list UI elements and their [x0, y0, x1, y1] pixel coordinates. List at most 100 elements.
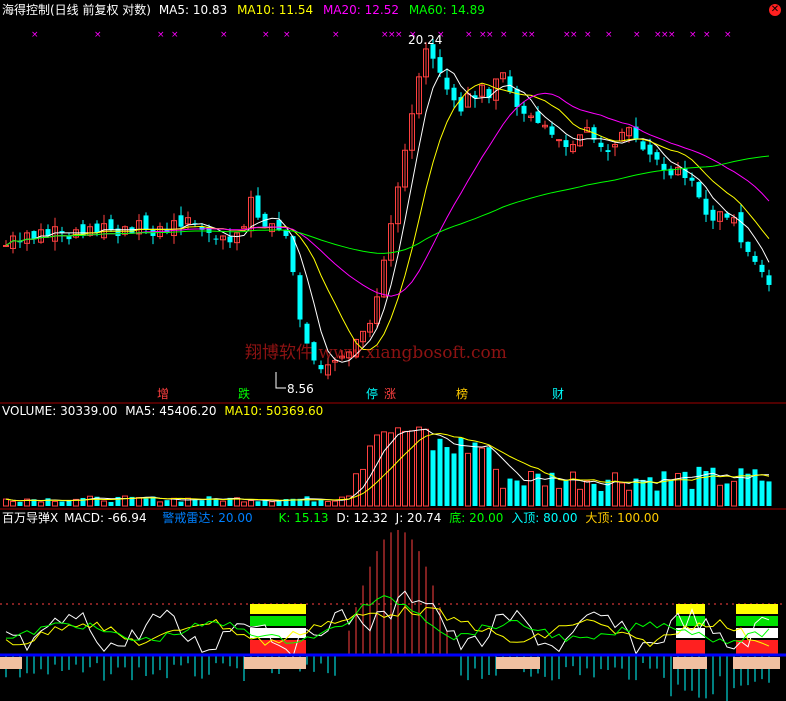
- volume-bar: [423, 428, 429, 507]
- ma20-label: MA20: 12.52: [322, 3, 399, 17]
- volume-bar: [87, 495, 93, 507]
- candle-body: [213, 238, 219, 240]
- volume-bar: [38, 501, 44, 507]
- top-marker: ×: [703, 30, 711, 40]
- volume-bar: [451, 453, 457, 506]
- macd-value: MACD: -66.94: [64, 511, 147, 525]
- candle-body: [535, 111, 541, 123]
- volume-ma-lines: [5, 428, 770, 502]
- top-markers: × × × × × × × × × × × × × × × × × × × × × × × × × × × × × ×: [31, 30, 732, 40]
- volume-bar: [311, 501, 317, 506]
- top-marker: ×: [528, 30, 536, 40]
- volume-bar: [409, 430, 415, 507]
- volume-bar: [52, 500, 58, 507]
- top-marker: ×: [220, 30, 228, 40]
- top-marker: ×: [570, 30, 578, 40]
- d-value: D: 12.32: [336, 511, 388, 525]
- candle-body: [66, 236, 72, 240]
- volume-bar: [444, 447, 450, 506]
- candle-body: [703, 198, 709, 215]
- volume-bar: [759, 480, 765, 506]
- volume-header: VOLUME: 30339.00 MA5: 45406.20 MA10: 503…: [2, 404, 323, 418]
- volume-bar: [437, 438, 443, 506]
- top-marker: ×: [465, 30, 473, 40]
- high-price-label: 20.24: [408, 33, 442, 47]
- bottom-signal-block: [673, 657, 707, 669]
- top-signal-yellow: [250, 604, 306, 614]
- volume-bar: [542, 485, 548, 507]
- volume-bar: [661, 471, 667, 506]
- bottom-value: 底: 20.00: [449, 511, 504, 525]
- low-price-label: 8.56: [287, 382, 314, 396]
- volume-bar: [318, 499, 324, 506]
- volume-ma5: MA5: 45406.20: [125, 404, 217, 418]
- volume-bar: [325, 501, 331, 507]
- volume-bar: [619, 482, 625, 507]
- volume-bar: [598, 490, 604, 506]
- volume-bar: [80, 497, 86, 506]
- top-marker: ×: [605, 30, 613, 40]
- candle-body: [745, 241, 751, 252]
- top-signal-green: [250, 616, 306, 626]
- volume-bar: [766, 481, 772, 506]
- volume-bar: [640, 479, 646, 506]
- candle-body: [297, 275, 303, 320]
- top-marker: ×: [157, 30, 165, 40]
- candle-body: [178, 215, 184, 227]
- volume-bar: [3, 498, 9, 507]
- event-labels: 增 跌 停涨 榜 财: [157, 386, 564, 401]
- candle-body: [255, 195, 261, 218]
- kdj-j-line: [5, 590, 770, 658]
- volume-bars: [3, 426, 772, 507]
- volume-bar: [101, 500, 107, 507]
- volume-bar: [10, 500, 16, 507]
- volume-bar: [500, 487, 506, 507]
- ma20-line: [5, 92, 770, 297]
- event-label: 财: [552, 387, 564, 401]
- big-top-value: 大顶: 100.00: [585, 511, 660, 525]
- volume-title: VOLUME: 30339.00: [2, 404, 118, 418]
- ma5-line: [5, 68, 770, 363]
- volume-bar: [381, 431, 387, 507]
- candle-body: [696, 182, 702, 198]
- volume-bar: [164, 500, 170, 506]
- candle-body: [647, 144, 653, 155]
- top-marker: ×: [332, 30, 340, 40]
- volume-bar: [514, 480, 520, 506]
- top-marker: ×: [668, 30, 676, 40]
- watermark: 翔博软件 www.xiangbosoft.com: [245, 343, 507, 363]
- bottom-signal-block: [244, 657, 306, 669]
- volume-ma10: MA10: 50369.60: [224, 404, 324, 418]
- candle-body: [514, 88, 520, 107]
- candle-body: [304, 323, 310, 344]
- volume-bar: [157, 501, 163, 507]
- volume-bar: [59, 501, 65, 506]
- volume-bar: [430, 450, 436, 506]
- volume-bar: [465, 452, 471, 507]
- volume-bar: [584, 480, 590, 507]
- candle-body: [507, 76, 513, 92]
- low-price-pointer: [275, 372, 286, 389]
- volume-bar: [493, 468, 499, 507]
- top-marker: ×: [283, 30, 291, 40]
- candle-body: [766, 275, 772, 285]
- volume-bar: [108, 501, 114, 506]
- volume-bar: [556, 487, 562, 507]
- candle-body: [143, 215, 149, 230]
- candle-body: [437, 57, 443, 73]
- volume-bar: [724, 483, 730, 506]
- volume-bar: [269, 501, 275, 507]
- volume-bar: [507, 478, 513, 506]
- top-marker: ×: [31, 30, 39, 40]
- event-label: 榜: [456, 386, 468, 401]
- close-icon[interactable]: ✕: [769, 4, 781, 16]
- candle-body: [738, 212, 744, 243]
- ma10-line: [5, 82, 770, 351]
- kdj-k-line: [6, 595, 770, 645]
- top-marker: ×: [395, 30, 403, 40]
- volume-bar: [577, 488, 583, 507]
- top-marker: ×: [633, 30, 641, 40]
- volume-bar: [395, 427, 401, 507]
- volume-bar: [626, 489, 632, 507]
- volume-bar: [206, 496, 212, 506]
